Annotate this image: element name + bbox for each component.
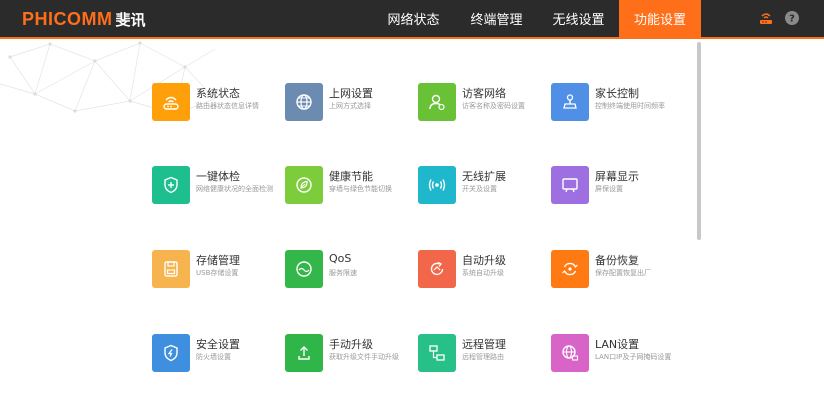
qos-gauge-icon <box>296 261 312 277</box>
feature-guest-network[interactable]: 访客网络 访客名称及密码设置 <box>418 83 543 129</box>
nav-label: 功能设置 <box>633 13 686 28</box>
feature-description: 网络健康状况的全面检测 <box>196 185 273 193</box>
leaf-icon <box>296 177 312 193</box>
remote-management-icon <box>429 345 445 361</box>
backup-restore-icon <box>562 262 578 276</box>
feature-description: USB存储设置 <box>196 269 239 277</box>
storage-icon <box>164 261 178 277</box>
parental-control-icon <box>563 94 577 109</box>
nav-label: 网络状态 <box>387 13 440 28</box>
feature-description: 控制终端使用时间频率 <box>595 102 665 110</box>
feature-description: 系统自动升级 <box>462 269 504 277</box>
feature-title: LAN设置 <box>595 338 640 351</box>
feature-description: 获取升级文件手动升级 <box>329 353 399 361</box>
feature-title: 访客网络 <box>462 87 506 100</box>
feature-screen-display[interactable]: 屏幕显示 屏保设置 <box>551 166 676 212</box>
feature-internet-settings[interactable]: 上网设置 上网方式选择 <box>285 83 410 129</box>
feature-description: 访客名称及密码设置 <box>462 102 525 110</box>
feature-description: 防火墙设置 <box>196 353 231 361</box>
feature-title: 安全设置 <box>196 338 240 351</box>
feature-description: 服务限速 <box>329 269 357 277</box>
logo-text-en: PHICOMM <box>22 8 113 29</box>
nav-function-settings[interactable]: 功能设置 <box>619 0 701 37</box>
feature-backup-restore[interactable]: 备份恢复 保存配置恢复出厂 <box>551 250 676 296</box>
feature-qos[interactable]: QoS 服务限速 <box>285 250 410 296</box>
feature-title: 一键体检 <box>196 170 240 183</box>
feature-tile <box>152 166 190 204</box>
feature-tile <box>152 83 190 121</box>
feature-description: 开关及设置 <box>462 185 497 193</box>
feature-tile <box>418 166 456 204</box>
feature-tile <box>285 83 323 121</box>
logo-text-cn: 斐讯 <box>115 10 146 29</box>
feature-lan-settings[interactable]: LAN设置 LAN口IP及子网掩码设置 <box>551 334 676 380</box>
feature-remote-management[interactable]: 远程管理 远程管理路由 <box>418 334 543 380</box>
lan-globe-icon <box>562 345 579 361</box>
feature-description: LAN口IP及子网掩码设置 <box>595 353 672 361</box>
phicomm-logo: PHICOMM 斐讯 <box>22 7 146 31</box>
feature-health-energy-saving[interactable]: 健康节能 穿墙与绿色节能切换 <box>285 166 410 212</box>
feature-storage-management[interactable]: 存储管理 USB存储设置 <box>152 250 277 296</box>
security-shield-icon <box>164 344 178 362</box>
feature-tile <box>285 166 323 204</box>
page-scrollbar[interactable] <box>697 42 701 240</box>
feature-title: 远程管理 <box>462 338 506 351</box>
feature-title: 家长控制 <box>595 87 639 100</box>
feature-tile <box>551 250 589 288</box>
feature-one-click-checkup[interactable]: 一键体检 网络健康状况的全面检测 <box>152 166 277 212</box>
feature-title: 备份恢复 <box>595 254 639 267</box>
feature-tile <box>285 250 323 288</box>
feature-tile <box>418 334 456 372</box>
globe-icon <box>296 94 312 110</box>
feature-auto-upgrade[interactable]: 自动升级 系统自动升级 <box>418 250 543 296</box>
screen-icon <box>562 178 578 193</box>
feature-title: 存储管理 <box>196 254 240 267</box>
feature-security-settings[interactable]: 安全设置 防火墙设置 <box>152 334 277 380</box>
feature-title: 系统状态 <box>196 87 240 100</box>
nav-label: 终端管理 <box>470 13 523 28</box>
feature-parental-control[interactable]: 家长控制 控制终端使用时间频率 <box>551 83 676 129</box>
router-icon <box>163 96 179 110</box>
manual-upgrade-icon <box>298 346 310 360</box>
feature-title: 手动升级 <box>329 338 373 351</box>
feature-description: 穿墙与绿色节能切换 <box>329 185 392 193</box>
feature-title: 上网设置 <box>329 87 373 100</box>
shield-plus-icon <box>164 176 178 194</box>
feature-manual-upgrade[interactable]: 手动升级 获取升级文件手动升级 <box>285 334 410 380</box>
feature-title: QoS <box>329 252 352 265</box>
top-navigation-bar: PHICOMM 斐讯 网络状态 终端管理 无线设置 功能设置 ? <box>0 0 824 37</box>
feature-system-status[interactable]: 系统状态 路由器状态信息详情 <box>152 83 277 129</box>
feature-description: 屏保设置 <box>595 185 623 193</box>
feature-title: 屏幕显示 <box>595 170 639 183</box>
feature-tile <box>551 166 589 204</box>
feature-tile <box>152 250 190 288</box>
feature-tile <box>551 83 589 121</box>
nav-label: 无线设置 <box>552 13 605 28</box>
feature-description: 上网方式选择 <box>329 102 371 110</box>
wireless-signal-icon <box>428 179 446 191</box>
feature-description: 远程管理路由 <box>462 353 504 361</box>
guest-user-icon <box>429 94 445 111</box>
auto-upgrade-icon <box>430 261 444 276</box>
feature-tile <box>152 334 190 372</box>
feature-title: 无线扩展 <box>462 170 506 183</box>
nav-wireless-settings[interactable]: 无线设置 <box>542 0 615 37</box>
nav-device-management[interactable]: 终端管理 <box>460 0 533 37</box>
feature-tile <box>285 334 323 372</box>
help-icon[interactable]: ? <box>784 10 800 26</box>
feature-tile <box>551 334 589 372</box>
feature-title: 健康节能 <box>329 170 373 183</box>
feature-wireless-extension[interactable]: 无线扩展 开关及设置 <box>418 166 543 212</box>
nav-network-status[interactable]: 网络状态 <box>377 0 450 37</box>
feature-tile <box>418 83 456 121</box>
feature-description: 保存配置恢复出厂 <box>595 269 651 277</box>
feature-tile <box>418 250 456 288</box>
router-icon[interactable] <box>758 10 774 26</box>
feature-title: 自动升级 <box>462 254 506 267</box>
svg-text:?: ? <box>789 14 795 25</box>
feature-description: 路由器状态信息详情 <box>196 102 259 110</box>
